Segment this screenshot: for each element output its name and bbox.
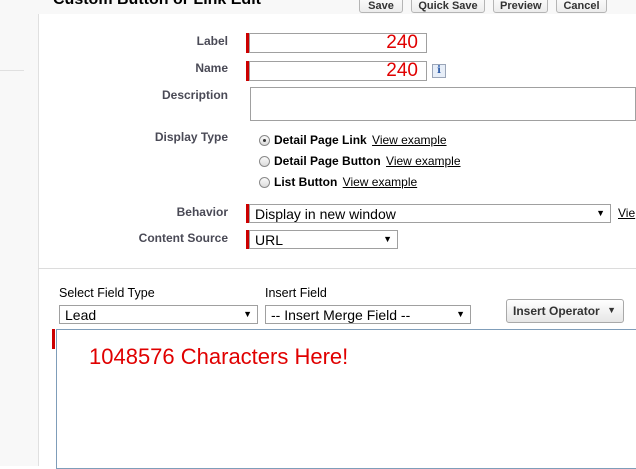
name-input[interactable]: 240 [249,60,427,81]
insert-field-value: -- Insert Merge Field -- [271,307,411,323]
save-button[interactable]: Save [359,0,403,13]
behavior-value: Display in new window [255,206,396,222]
insert-field-select[interactable]: -- Insert Merge Field -- ▼ [265,305,471,324]
name-field-label: Name [195,61,228,75]
view-example-link[interactable]: View example [372,133,446,147]
field-type-label: Select Field Type [59,286,155,300]
info-icon[interactable]: i [432,64,446,78]
left-gutter [0,0,39,466]
radio-icon[interactable] [259,156,270,167]
radio-label: Detail Page Link [274,133,367,147]
radio-detail-page-link[interactable]: Detail Page Link View example [259,133,447,147]
radio-icon-checked[interactable] [259,135,270,146]
insert-operator-button[interactable]: Insert Operator ▼ [506,299,624,323]
chevron-down-icon: ▼ [383,234,392,244]
behavior-select[interactable]: Display in new window ▼ [249,204,611,223]
radio-list-button[interactable]: List Button View example [259,175,417,189]
label-input[interactable]: 240 [249,32,427,53]
behavior-label: Behavior [176,205,228,219]
chevron-down-icon: ▼ [456,309,465,319]
radio-label: List Button [274,175,338,189]
insert-field-label: Insert Field [265,286,327,300]
view-example-link[interactable]: View example [343,175,417,189]
view-example-link[interactable]: View example [386,154,460,168]
content-source-label: Content Source [138,231,228,245]
quick-save-button[interactable]: Quick Save [411,0,485,13]
chevron-down-icon: ▼ [243,309,252,319]
gutter-divider [0,70,24,71]
label-value: 240 [386,32,418,53]
label-field-label: Label [196,34,228,48]
content-source-value: URL [255,232,284,248]
editor-content: 1048576 Characters Here! [89,344,349,369]
formula-editor[interactable]: 1048576 Characters Here! [56,329,636,469]
field-type-value: Lead [65,307,97,323]
field-type-select[interactable]: Lead ▼ [59,305,258,324]
insert-operator-label: Insert Operator [513,304,600,318]
name-value: 240 [386,60,418,81]
display-type-label: Display Type [154,130,228,144]
preview-button[interactable]: Preview [493,0,548,13]
section-divider [38,268,636,269]
radio-label: Detail Page Button [274,154,381,168]
cancel-button[interactable]: Cancel [556,0,607,13]
description-field-label: Description [161,88,228,102]
chevron-down-icon: ▼ [596,208,605,218]
content-source-select[interactable]: URL ▼ [249,230,398,249]
page-title: Custom Button or Link Edit [53,0,261,9]
description-textarea[interactable] [250,87,636,121]
radio-icon[interactable] [259,177,270,188]
chevron-down-icon: ▼ [607,305,616,315]
view-options-link[interactable]: Vie [618,206,635,220]
required-marker [52,329,55,349]
radio-detail-page-button[interactable]: Detail Page Button View example [259,154,461,168]
